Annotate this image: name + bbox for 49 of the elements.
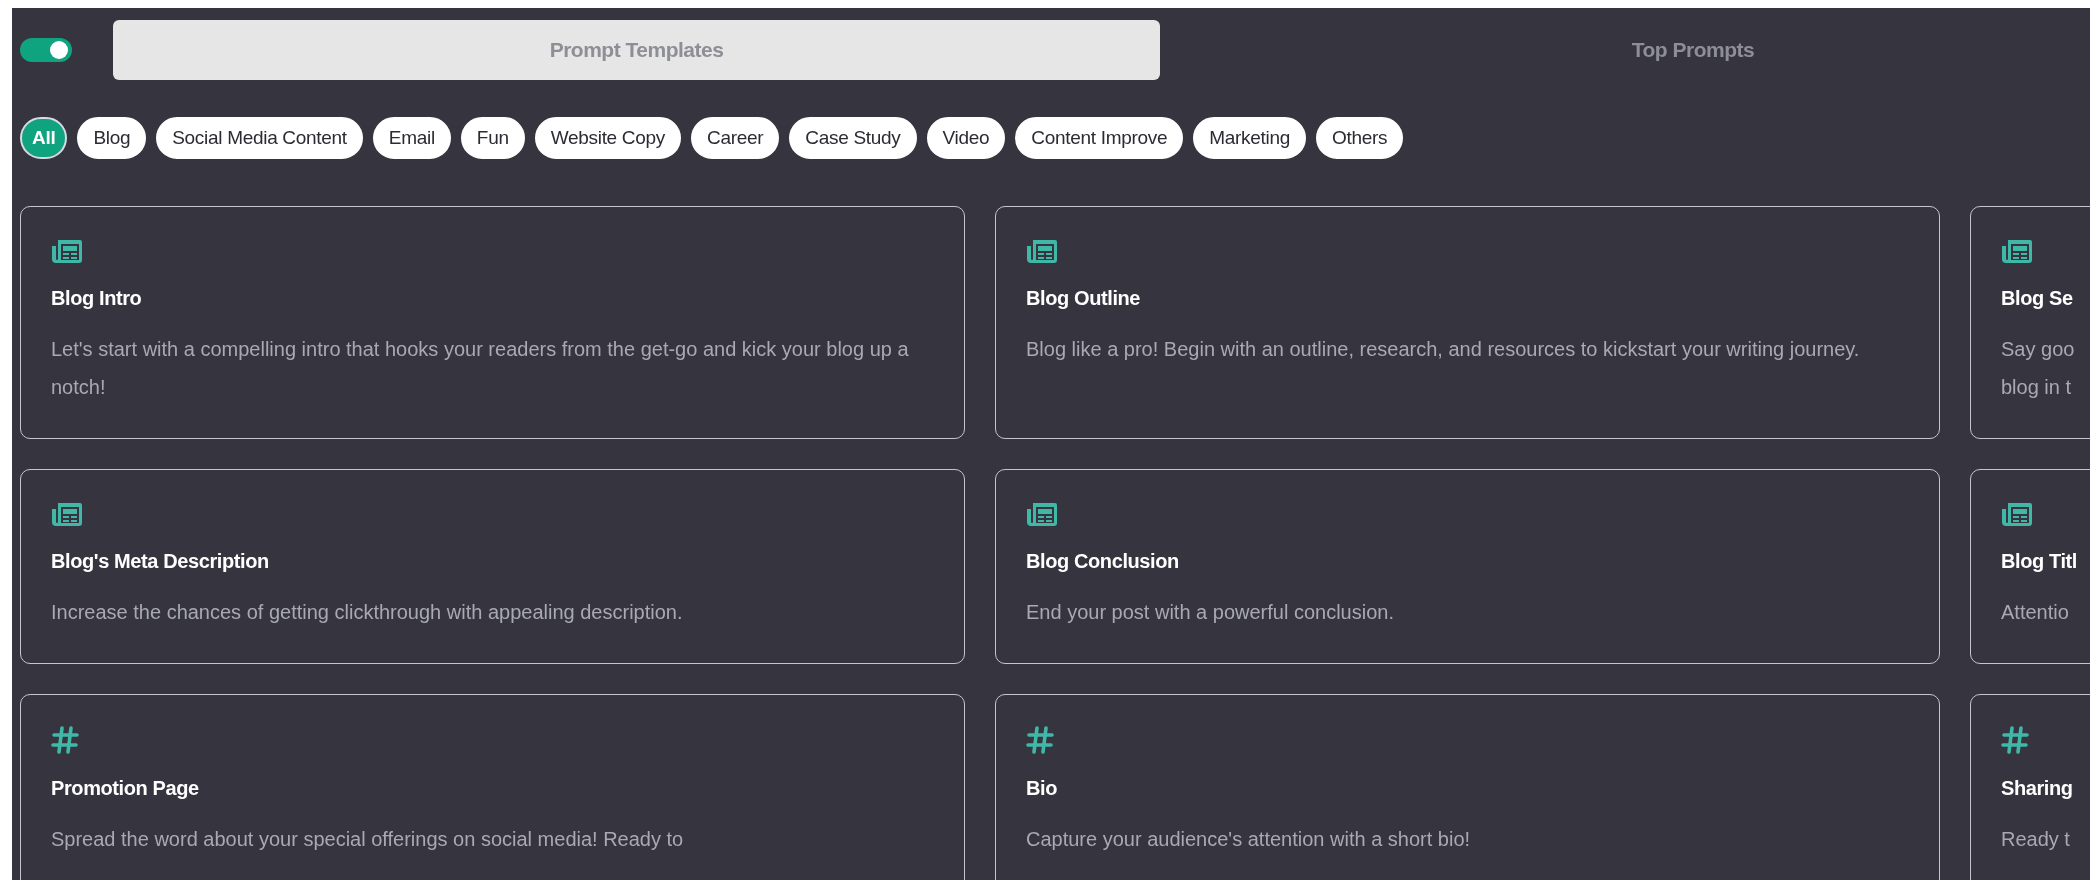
newspaper-icon xyxy=(1026,500,1058,528)
card-title: Sharing xyxy=(2001,777,2073,800)
card-description: Increase the chances of getting clickthrough with appealing description. xyxy=(51,600,683,625)
tab[interactable]: Top Prompts xyxy=(1160,20,2090,80)
card-description: Let's start with a compelling intro that hooks your readers from the get-go and kick your blog up a notch! xyxy=(51,337,910,400)
card-description: Capture your audience's attention with a short bio! xyxy=(1026,827,1471,852)
category-chip[interactable]: Website Copy xyxy=(534,117,681,159)
card-title: Blog Se xyxy=(2001,287,2073,310)
template-card[interactable]: Blog Outline Blog like a pro! Begin with an outline, research, and resources to kickstart your writing journey. xyxy=(995,206,1940,439)
template-card[interactable]: Promotion Page Spread the word about your special offerings on social media! Ready to xyxy=(20,694,965,880)
category-chip[interactable]: Case Study xyxy=(789,117,917,159)
hash-icon xyxy=(2001,725,2029,755)
hash-icon xyxy=(1026,725,1054,755)
category-chip[interactable]: Email xyxy=(372,117,451,159)
newspaper-icon xyxy=(51,237,83,265)
category-chip[interactable]: Content Improve xyxy=(1015,117,1184,159)
card-title: Bio xyxy=(1026,777,1058,800)
template-card[interactable]: Blog Conclusion End your post with a powerful conclusion. xyxy=(995,469,1940,664)
card-title: Blog Outline xyxy=(1026,287,1141,310)
card-description: Say goo blog in t xyxy=(2001,337,2075,400)
card-title: Blog Titl xyxy=(2001,550,2078,573)
category-chip[interactable]: Marketing xyxy=(1193,117,1306,159)
template-card[interactable]: Blog Intro Let's start with a compelling intro that hooks your readers from the get-go and kick your blog up a notch! xyxy=(20,206,965,439)
hash-icon xyxy=(51,725,79,755)
template-card[interactable]: Blog Se Say goo blog in t xyxy=(1970,206,2090,439)
card-description: Ready t xyxy=(2001,827,2070,852)
template-card[interactable]: Blog Titl Attentio xyxy=(1970,469,2090,664)
category-chip[interactable]: Career xyxy=(691,117,780,159)
newspaper-icon xyxy=(2001,500,2033,528)
category-chip[interactable]: Video xyxy=(926,117,1006,159)
toggle-switch[interactable] xyxy=(20,38,72,62)
card-title: Blog's Meta Description xyxy=(51,550,269,573)
card-description: Spread the word about your special offerings on social media! Ready to xyxy=(51,827,684,852)
category-chip[interactable]: Blog xyxy=(77,117,147,159)
newspaper-icon xyxy=(1026,237,1058,265)
category-chip[interactable]: Others xyxy=(1316,117,1404,159)
card-title: Blog Intro xyxy=(51,287,142,310)
card-title: Promotion Page xyxy=(51,777,199,800)
category-chip[interactable]: Social Media Content xyxy=(156,117,363,159)
template-card[interactable]: Bio Capture your audience's attention with a short bio! xyxy=(995,694,1940,880)
newspaper-icon xyxy=(2001,237,2033,265)
template-card[interactable]: Blog's Meta Description Increase the chances of getting clickthrough with appealing description. xyxy=(20,469,965,664)
card-description: Attentio xyxy=(2001,600,2069,625)
template-card[interactable]: Sharing Ready t xyxy=(1970,694,2090,880)
card-title: Blog Conclusion xyxy=(1026,550,1179,573)
newspaper-icon xyxy=(51,500,83,528)
category-chip[interactable]: Fun xyxy=(460,117,525,159)
card-description: End your post with a powerful conclusion. xyxy=(1026,600,1394,625)
card-description: Blog like a pro! Begin with an outline, research, and resources to kickstart your writing journey. xyxy=(1026,337,1860,362)
